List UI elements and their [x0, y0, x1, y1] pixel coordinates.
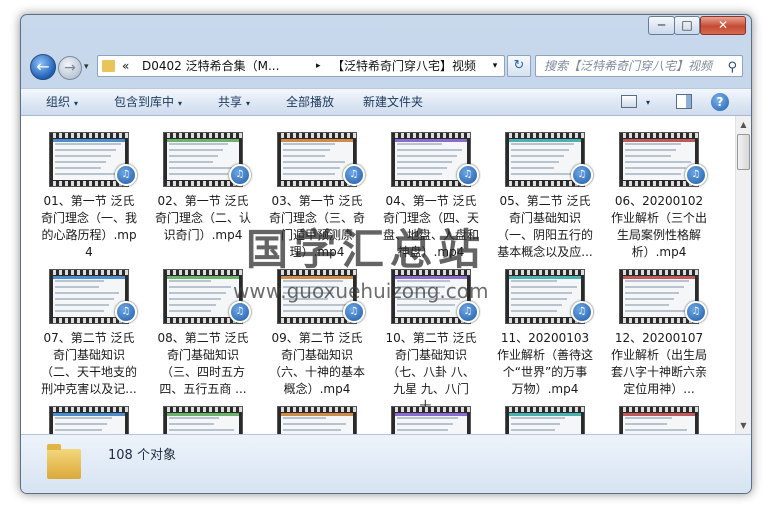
search-placeholder: 搜索【泛特希奇门穿八宅】视频: [544, 59, 713, 73]
folder-icon: [102, 60, 115, 72]
file-name: 09、第二节 泛氏奇门基础知识（六、十神的基本概念）.mp4: [269, 331, 366, 396]
file-item[interactable]: ♫ 07、第二节 泛氏奇门基础知识（二、天干地支的刑冲克害以及记...: [41, 258, 137, 396]
address-overflow-chevron[interactable]: «: [122, 56, 129, 76]
breadcrumb-parent[interactable]: D0402 泛特希合集（M...: [142, 56, 279, 76]
file-name: 08、第二节 泛氏奇门基础知识（三、四时五方四、五行五商 ...: [157, 331, 249, 396]
media-player-icon: ♫: [571, 301, 593, 323]
media-player-icon: ♫: [685, 164, 707, 186]
file-item[interactable]: [611, 395, 707, 434]
file-item[interactable]: ♫ 11、20200103作业解析（善待这个“世界”的万事万物）.mp4: [497, 258, 593, 396]
minimize-button[interactable]: ─: [648, 16, 675, 35]
search-input[interactable]: 搜索【泛特希奇门穿八宅】视频 ⚲: [535, 55, 743, 77]
item-count: 108 个对象: [108, 448, 176, 463]
maximize-button[interactable]: □: [674, 16, 700, 35]
video-thumbnail: [619, 406, 699, 434]
forward-button[interactable]: →: [58, 56, 82, 80]
file-item[interactable]: [383, 395, 479, 434]
new-folder-button[interactable]: 新建文件夹: [363, 89, 423, 116]
file-name: 03、第一节 泛氏奇门理念（三、奇门遁甲预测原理）.mp4: [269, 194, 366, 259]
media-player-icon: ♫: [571, 164, 593, 186]
video-thumbnail: [505, 406, 585, 434]
search-icon[interactable]: ⚲: [727, 58, 737, 76]
file-item[interactable]: [269, 395, 365, 434]
file-name: 12、20200107作业解析（出生局套八字十神断六亲定位用神）...: [611, 331, 708, 396]
file-item[interactable]: ♫ 06、20200102作业解析（三个出生局案例性格解析）.mp4: [611, 121, 707, 259]
file-name: 07、第二节 泛氏奇门基础知识（二、天干地支的刑冲克害以及记...: [41, 331, 138, 396]
file-name: 02、第一节 泛氏奇门理念（二、认识奇门）.mp4: [155, 194, 252, 242]
file-item[interactable]: ♫ 01、第一节 泛氏奇门理念（一、我的心路历程）.mp4: [41, 121, 137, 259]
preview-pane-icon[interactable]: [676, 94, 692, 109]
refresh-button[interactable]: ↻: [507, 55, 531, 77]
recent-pages-dropdown[interactable]: ▾: [84, 62, 89, 72]
media-player-icon: ♫: [343, 164, 365, 186]
file-item[interactable]: ♫ 04、第一节 泛氏奇门理念（四、天盘、地盘、人盘和神盘）.mp4: [383, 121, 479, 259]
video-thumbnail: [277, 406, 357, 434]
media-player-icon: ♫: [229, 164, 251, 186]
back-button[interactable]: ←: [30, 54, 56, 80]
file-item[interactable]: ♫ 02、第一节 泛氏奇门理念（二、认识奇门）.mp4: [155, 121, 251, 252]
media-player-icon: ♫: [457, 164, 479, 186]
file-item[interactable]: [155, 395, 251, 434]
file-name: 01、第一节 泛氏奇门理念（一、我的心路历程）.mp4: [41, 194, 138, 259]
include-in-library-button[interactable]: 包含到库中 ▾: [114, 89, 182, 116]
change-view-icon[interactable]: [621, 95, 637, 108]
media-player-icon: ♫: [115, 164, 137, 186]
file-item[interactable]: [497, 395, 593, 434]
breadcrumb-current[interactable]: 【泛特希奇门穿八宅】视频: [332, 56, 476, 76]
scroll-thumb[interactable]: [737, 134, 750, 170]
media-player-icon: ♫: [457, 301, 479, 323]
file-list: ♫ 01、第一节 泛氏奇门理念（一、我的心路历程）.mp4 ♫ 02、第一节 泛氏奇门…: [21, 116, 735, 434]
file-name: 11、20200103作业解析（善待这个“世界”的万事万物）.mp4: [497, 331, 594, 396]
file-name: 04、第一节 泛氏奇门理念（四、天盘、地盘、人盘和神盘）.mp4: [383, 194, 480, 259]
play-all-button[interactable]: 全部播放: [286, 89, 334, 116]
share-button[interactable]: 共享 ▾: [218, 89, 250, 116]
file-item[interactable]: [41, 395, 137, 434]
vertical-scrollbar[interactable]: ▲ ▼: [735, 116, 751, 434]
scroll-up-button[interactable]: ▲: [736, 116, 751, 133]
file-name: 06、20200102作业解析（三个出生局案例性格解析）.mp4: [611, 194, 708, 259]
address-bar[interactable]: « D0402 泛特希合集（M... ▸ 【泛特希奇门穿八宅】视频 ▾: [97, 55, 505, 77]
breadcrumb-separator[interactable]: ▸: [316, 56, 321, 76]
media-player-icon: ♫: [343, 301, 365, 323]
file-item[interactable]: ♫ 09、第二节 泛氏奇门基础知识（六、十神的基本概念）.mp4: [269, 258, 365, 396]
file-item[interactable]: ♫10、第二节 泛氏奇门基础知识（七、八卦 八、九星 九、八门 十...: [383, 258, 479, 413]
media-player-icon: ♫: [229, 301, 251, 323]
file-name: 05、第二节 泛氏奇门基础知识（一、阴阳五行的基本概念以及应...: [497, 194, 594, 259]
command-bar: 组织 ▾ 包含到库中 ▾ 共享 ▾ 全部播放 新建文件夹 ▾ ?: [21, 88, 751, 116]
scroll-down-button[interactable]: ▼: [736, 417, 751, 434]
close-button[interactable]: ✕: [700, 16, 746, 35]
folder-icon: [47, 444, 81, 479]
address-dropdown[interactable]: ▾: [488, 56, 502, 76]
file-item[interactable]: ♫ 08、第二节 泛氏奇门基础知识（三、四时五方四、五行五商 ...: [155, 258, 251, 396]
help-icon[interactable]: ?: [711, 93, 729, 111]
media-player-icon: ♫: [115, 301, 137, 323]
video-thumbnail: [163, 406, 243, 434]
file-item[interactable]: ♫ 05、第二节 泛氏奇门基础知识（一、阴阳五行的基本概念以及应...: [497, 121, 593, 259]
explorer-window: ─ □ ✕ ← → ▾ « D0402 泛特希合集（M... ▸ 【泛特希奇门穿…: [20, 14, 752, 494]
organize-button[interactable]: 组织 ▾: [46, 89, 78, 116]
view-options-dropdown[interactable]: ▾: [646, 89, 650, 116]
media-player-icon: ♫: [685, 301, 707, 323]
file-item[interactable]: ♫ 12、20200107作业解析（出生局套八字十神断六亲定位用神）...: [611, 258, 707, 396]
video-thumbnail: [49, 406, 129, 434]
video-thumbnail: [391, 406, 471, 434]
details-pane: 108 个对象: [21, 434, 751, 493]
file-item[interactable]: ♫ 03、第一节 泛氏奇门理念（三、奇门遁甲预测原理）.mp4: [269, 121, 365, 259]
